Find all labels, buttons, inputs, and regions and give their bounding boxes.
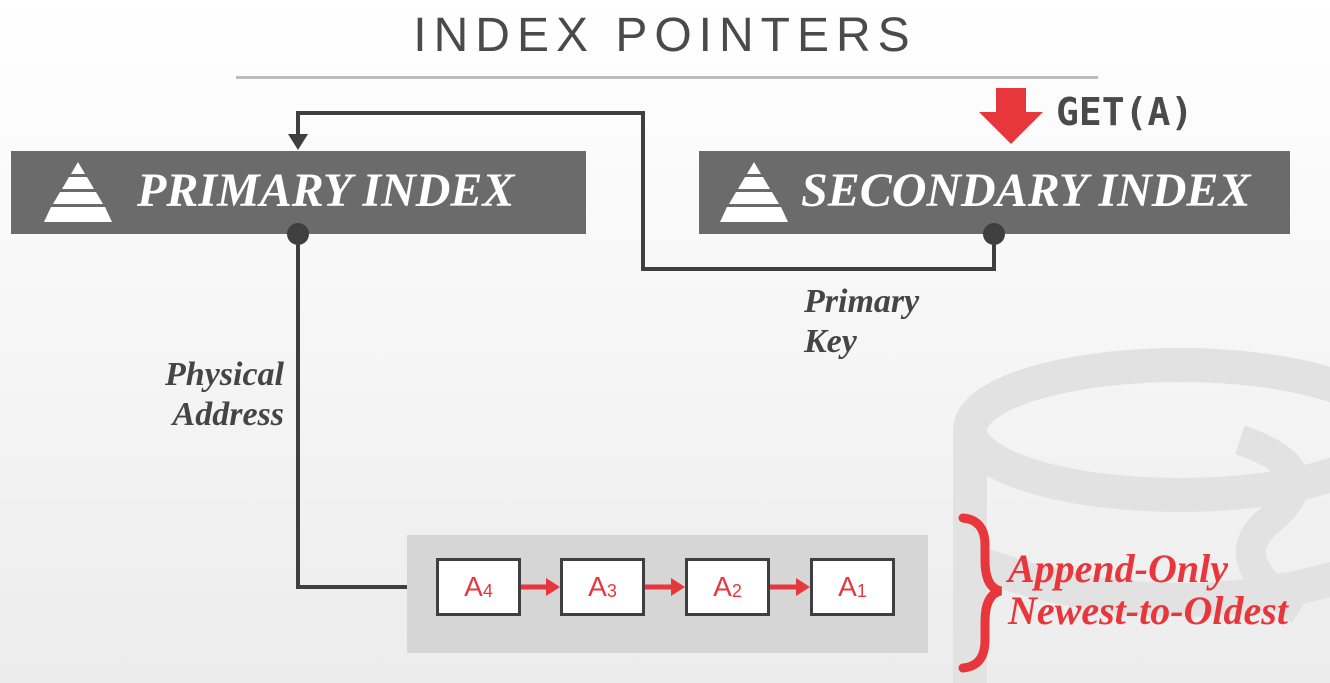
chain-arrowhead [546, 578, 560, 596]
annotation-line2: Newest-to-Oldest [1008, 588, 1288, 633]
chain-arrowhead [671, 578, 685, 596]
chain-arrowhead [796, 578, 810, 596]
annotation-line1: Append-Only [1008, 546, 1228, 591]
append-only-annotation: Append-Only Newest-to-Oldest [1008, 548, 1288, 632]
